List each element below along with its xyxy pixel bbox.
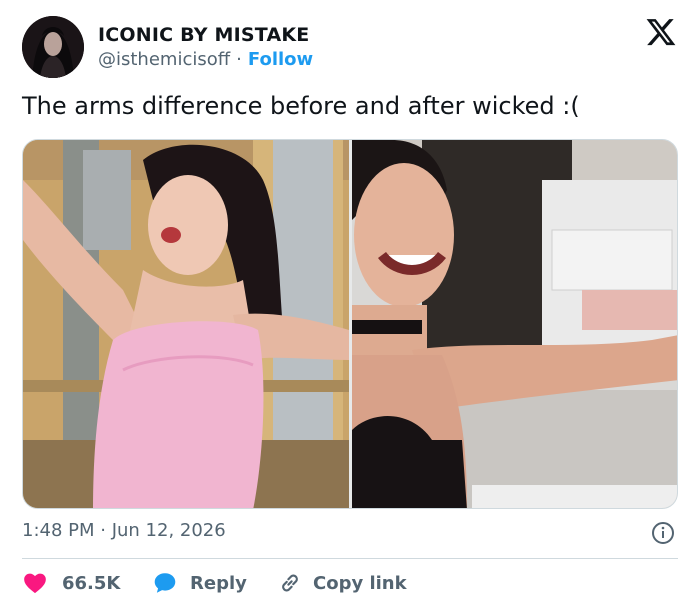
tweet-timestamp[interactable]: 1:48 PM · Jun 12, 2026 <box>22 520 226 541</box>
photo-before[interactable] <box>23 140 349 508</box>
reply-bubble-icon <box>152 570 178 596</box>
photo-after[interactable] <box>352 140 677 508</box>
media-grid <box>22 139 678 509</box>
separator-dot: · <box>236 49 242 70</box>
info-icon[interactable] <box>651 521 675 545</box>
heart-icon <box>22 570 48 596</box>
author-handle[interactable]: @isthemicisoff <box>98 49 230 70</box>
avatar[interactable] <box>22 16 84 78</box>
reply-button[interactable]: Reply <box>152 567 247 599</box>
tweet-embed: ICONIC BY MISTAKE @isthemicisoff · Follow … <box>0 0 700 612</box>
like-count: 66.5K <box>62 572 121 594</box>
copy-link-label: Copy link <box>313 572 407 594</box>
follow-button[interactable]: Follow <box>248 49 313 70</box>
reply-label: Reply <box>190 572 247 594</box>
like-button[interactable]: 66.5K <box>22 567 120 599</box>
divider <box>22 558 678 559</box>
copy-link-button[interactable]: Copy link <box>277 567 407 599</box>
x-logo-icon[interactable] <box>644 16 678 48</box>
link-icon <box>277 570 303 596</box>
author-display-name[interactable]: ICONIC BY MISTAKE <box>98 24 309 46</box>
tweet-text: The arms difference before and after wic… <box>22 92 580 120</box>
author-handle-row: @isthemicisoff · Follow <box>98 49 313 70</box>
